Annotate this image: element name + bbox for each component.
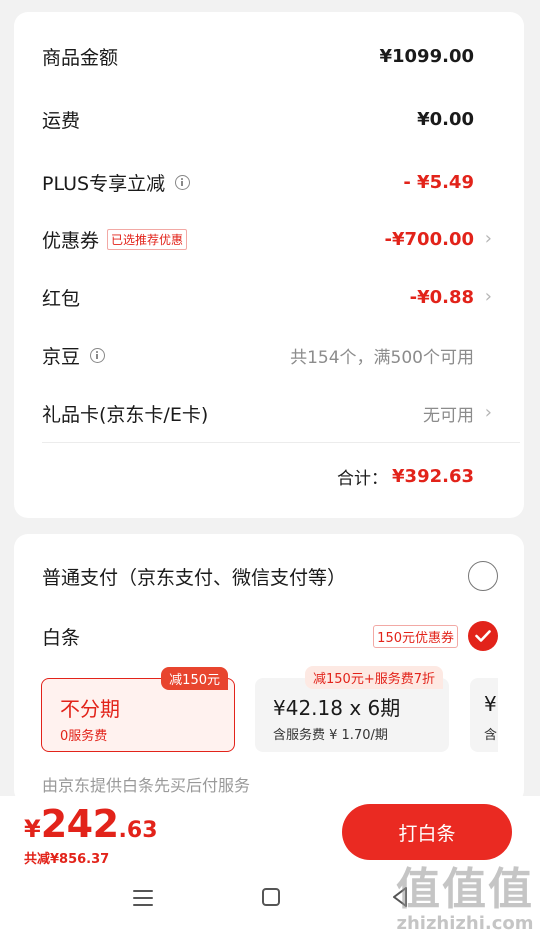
gift-card-label: 礼品卡(京东卡/E卡) xyxy=(42,403,209,426)
info-icon[interactable] xyxy=(175,174,191,190)
normal-payment-radio[interactable] xyxy=(468,561,498,591)
shipping-value: ¥0.00 xyxy=(417,108,474,130)
coupon-row[interactable]: 优惠券 已选推荐优惠 -¥700.00 › xyxy=(42,219,492,259)
watermark-logo: 值值值 zhizhizhi.com xyxy=(396,853,534,934)
plus-discount-row: PLUS专享立减 - ¥5.49 xyxy=(42,162,474,202)
menu-icon[interactable] xyxy=(132,888,154,908)
price-integer: 242 xyxy=(40,802,119,846)
baitiao-row[interactable]: 白条 xyxy=(42,616,324,656)
jingdou-label: 京豆 xyxy=(42,345,81,368)
normal-payment-label: 普通支付（京东支付、微信支付等） xyxy=(42,566,347,589)
plan-fee: 含 xyxy=(484,728,498,743)
goods-amount-label: 商品金额 xyxy=(42,46,119,69)
price-decimal: .63 xyxy=(118,818,158,843)
baitiao-service-note: 由京东提供白条先买后付服务 xyxy=(42,776,251,795)
jingdou-label-group: 京豆 xyxy=(42,342,106,369)
chevron-right-icon: › xyxy=(484,228,492,249)
baitiao-checked-radio[interactable] xyxy=(468,621,498,651)
gift-card-row[interactable]: 礼品卡(京东卡/E卡) 无可用 › xyxy=(42,393,492,433)
shipping-label: 运费 xyxy=(42,109,81,132)
plan-discount-badge: 减150元 xyxy=(161,667,228,690)
plus-discount-value: - ¥5.49 xyxy=(403,171,474,193)
watermark-small: zhizhizhi.com xyxy=(396,913,534,934)
plan-fee: 含服务费 ¥ 1.70/期 xyxy=(273,728,388,743)
home-icon[interactable] xyxy=(261,887,281,907)
coupon-label-group: 优惠券 已选推荐优惠 xyxy=(42,226,188,253)
goods-amount-row: 商品金额 ¥1099.00 xyxy=(42,36,474,76)
plan-title: 不分期 xyxy=(60,697,120,721)
installment-plan-next[interactable]: ¥ 含 xyxy=(470,678,498,752)
total-label: 合计： xyxy=(337,468,389,489)
order-summary-card: 商品金额 ¥1099.00 运费 ¥0.00 PLUS专享立减 - ¥5.49 … xyxy=(14,12,524,518)
check-icon xyxy=(475,630,491,642)
chevron-right-icon: › xyxy=(484,402,492,423)
recommended-coupon-tag: 已选推荐优惠 xyxy=(107,228,188,250)
plus-discount-label: PLUS专享立减 xyxy=(42,172,166,195)
total-value: ¥392.63 xyxy=(392,465,474,487)
plan-title: ¥42.18 x 6期 xyxy=(273,696,401,720)
price-symbol: ¥ xyxy=(24,815,41,843)
baitiao-label: 白条 xyxy=(42,626,81,649)
red-packet-label: 红包 xyxy=(42,287,81,310)
pay-baitiao-button[interactable]: 打白条 xyxy=(342,804,512,860)
jingdou-value: 共154个，满500个可用 xyxy=(290,347,474,368)
baitiao-coupon-tag[interactable]: 150元优惠券 xyxy=(373,625,458,648)
total-saved: 共减¥856.37 xyxy=(24,852,110,867)
shipping-row: 运费 ¥0.00 xyxy=(42,99,474,139)
total-row: 合计： ¥392.63 xyxy=(337,456,474,496)
coupon-label: 优惠券 xyxy=(42,229,100,252)
installment-plan-6[interactable]: 减150元+服务费7折 ¥42.18 x 6期 含服务费 ¥ 1.70/期 xyxy=(255,666,449,752)
jingdou-row: 京豆 共154个，满500个可用 xyxy=(42,335,474,375)
gift-card-value: 无可用 xyxy=(423,405,474,426)
red-packet-value: -¥0.88 xyxy=(409,286,474,308)
coupon-value: -¥700.00 xyxy=(384,228,474,250)
divider xyxy=(42,442,520,443)
payment-method-card: 普通支付（京东支付、微信支付等） 白条 150元优惠券 减150元 不分期 0服… xyxy=(14,534,524,804)
red-packet-row[interactable]: 红包 -¥0.88 › xyxy=(42,277,492,317)
watermark-big: 值值值 xyxy=(396,864,534,915)
plus-discount-label-group: PLUS专享立减 xyxy=(42,169,191,196)
plan-fee: 0服务费 xyxy=(60,729,108,744)
goods-amount-value: ¥1099.00 xyxy=(379,45,474,67)
info-icon[interactable] xyxy=(90,347,106,363)
plan-discount-badge: 减150元+服务费7折 xyxy=(305,666,443,689)
chevron-right-icon: › xyxy=(484,286,492,307)
plan-title: ¥ xyxy=(484,692,497,716)
normal-payment-row[interactable]: 普通支付（京东支付、微信支付等） xyxy=(42,556,454,596)
checkout-bar: ¥ 242 .63 共减¥856.37 打白条 值值值 zhizhizhi.co… xyxy=(0,796,540,936)
final-price: ¥ 242 .63 xyxy=(24,802,158,846)
installment-plan-none[interactable]: 减150元 不分期 0服务费 xyxy=(41,667,235,752)
